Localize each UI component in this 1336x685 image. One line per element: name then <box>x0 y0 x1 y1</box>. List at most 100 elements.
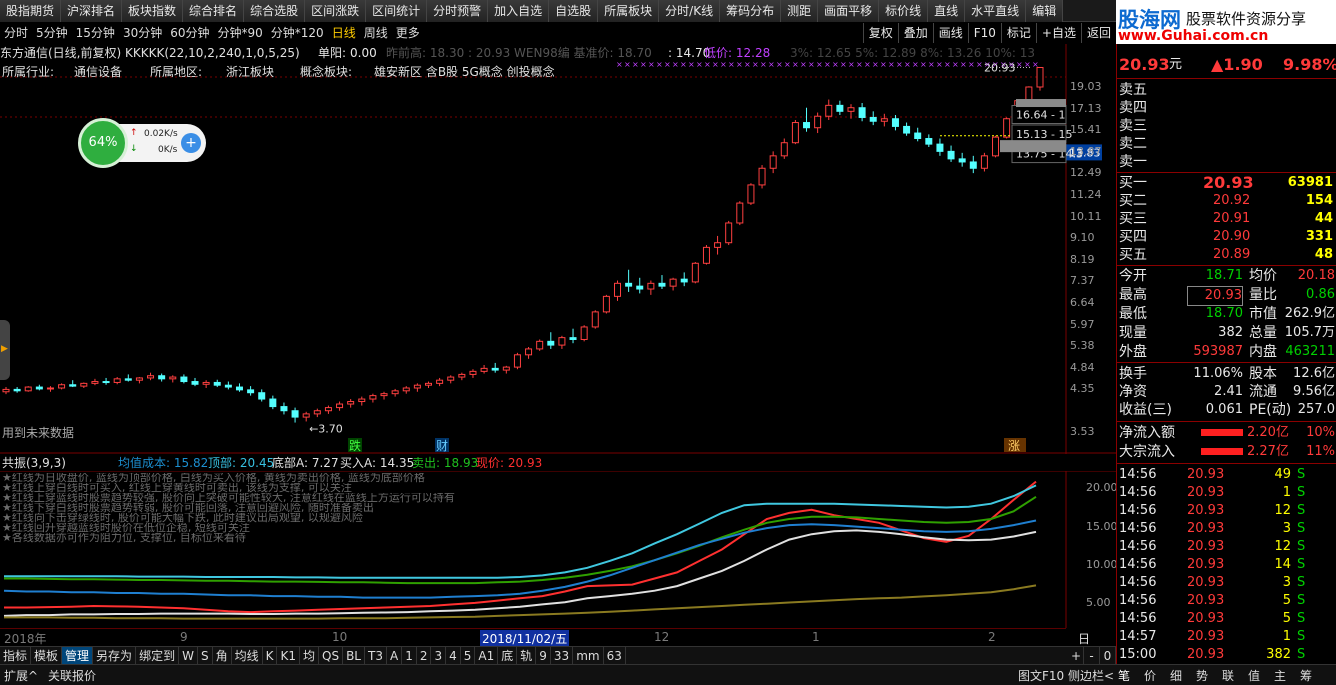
bottom-zoom-1[interactable]: - <box>1084 647 1100 665</box>
status-right-8[interactable]: 主 <box>1274 667 1286 684</box>
bottom-button-17[interactable]: 2 <box>417 647 432 665</box>
period-right-button-1[interactable]: 叠加 <box>897 23 933 43</box>
stat-value: 18.71 <box>1205 268 1243 283</box>
bottom-button-13[interactable]: BL <box>343 647 365 665</box>
period-tab-4[interactable]: 60分钟 <box>166 23 213 43</box>
toolbar-button-16[interactable]: 直线 <box>928 0 966 22</box>
bottom-button-15[interactable]: A <box>387 647 403 665</box>
network-speed-widget[interactable]: 64% ↑ 0.02K/s ↓ 0K/s + <box>78 118 206 168</box>
status-right-9[interactable]: 筹 <box>1300 667 1312 684</box>
tick-row-8[interactable]: 14:56 20.93 5 S <box>1117 610 1336 628</box>
status-left-0[interactable]: 扩展^ <box>4 667 38 684</box>
kline-chart[interactable]: × × × × × × × × × × × × × × × × × × × × × × × × × × × × × × × × × × × × × × × ×… <box>0 44 1116 454</box>
bottom-button-24[interactable]: 9 <box>536 647 551 665</box>
tick-row-7[interactable]: 14:56 20.93 5 S <box>1117 592 1336 610</box>
period-tab-9[interactable]: 更多 <box>392 23 424 43</box>
status-right-1[interactable]: 侧边栏< <box>1068 667 1114 684</box>
period-right-button-5[interactable]: +自选 <box>1035 23 1081 43</box>
toolbar-button-10[interactable]: 所属板块 <box>598 0 660 22</box>
bottom-button-2[interactable]: 管理 <box>62 647 94 665</box>
toolbar-button-3[interactable]: 综合排名 <box>183 0 245 22</box>
tick-row-0[interactable]: 14:56 20.93 49 S <box>1117 466 1336 484</box>
tick-row-1[interactable]: 14:56 20.93 1 S <box>1117 484 1336 502</box>
period-right-button-0[interactable]: 复权 <box>862 23 898 43</box>
toolbar-button-4[interactable]: 综合选股 <box>244 0 306 22</box>
status-left-1[interactable]: 关联报价 <box>48 667 96 684</box>
tick-row-10[interactable]: 15:00 20.93 382 S <box>1117 646 1336 664</box>
toolbar-button-18[interactable]: 编辑 <box>1026 0 1064 22</box>
status-right-7[interactable]: 值 <box>1248 667 1260 684</box>
bottom-button-22[interactable]: 底 <box>498 647 518 665</box>
period-right-button-4[interactable]: 标记 <box>1000 23 1036 43</box>
bottom-button-9[interactable]: K <box>263 647 278 665</box>
status-right-3[interactable]: 价 <box>1144 667 1156 684</box>
toolbar-button-5[interactable]: 区间涨跌 <box>305 0 367 22</box>
toolbar-button-14[interactable]: 画面平移 <box>818 0 880 22</box>
period-tab-7[interactable]: 日线 <box>328 23 360 43</box>
bottom-button-23[interactable]: 轨 <box>517 647 537 665</box>
bottom-button-7[interactable]: 角 <box>213 647 232 665</box>
tick-row-3[interactable]: 14:56 20.93 3 S <box>1117 520 1336 538</box>
status-right-2[interactable]: 笔 <box>1118 667 1130 684</box>
down-speed: 0K/s <box>158 145 178 155</box>
bottom-button-5[interactable]: W <box>179 647 198 665</box>
bottom-button-25[interactable]: 33 <box>551 647 574 665</box>
toolbar-button-8[interactable]: 加入自选 <box>488 0 550 22</box>
status-right-5[interactable]: 势 <box>1196 667 1208 684</box>
bottom-zoom-0[interactable]: + <box>1068 647 1084 665</box>
toolbar-button-11[interactable]: 分时/K线 <box>659 0 721 22</box>
toolbar-button-15[interactable]: 标价线 <box>879 0 929 22</box>
toolbar-button-12[interactable]: 筹码分布 <box>720 0 782 22</box>
status-right-4[interactable]: 细 <box>1170 667 1182 684</box>
status-right-0[interactable]: 图文F10 <box>1018 667 1064 684</box>
bottom-button-16[interactable]: 1 <box>402 647 417 665</box>
toolbar-button-9[interactable]: 自选股 <box>549 0 599 22</box>
toolbar-button-1[interactable]: 沪深排名 <box>61 0 123 22</box>
tick-row-9[interactable]: 14:57 20.93 1 S <box>1117 628 1336 646</box>
tick-row-6[interactable]: 14:56 20.93 3 S <box>1117 574 1336 592</box>
period-right-button-6[interactable]: 返回 <box>1080 23 1116 43</box>
bottom-button-3[interactable]: 另存为 <box>93 647 137 665</box>
bottom-button-1[interactable]: 模板 <box>31 647 63 665</box>
bottom-button-4[interactable]: 绑定到 <box>136 647 180 665</box>
toolbar-button-6[interactable]: 区间统计 <box>366 0 428 22</box>
period-right-button-2[interactable]: 画线 <box>932 23 968 43</box>
bottom-button-0[interactable]: 指标 <box>0 647 32 665</box>
bottom-button-27[interactable]: 63 <box>604 647 626 665</box>
bottom-button-20[interactable]: 5 <box>461 647 476 665</box>
toolbar-button-7[interactable]: 分时预警 <box>427 0 489 22</box>
period-tab-5[interactable]: 分钟*90 <box>214 23 267 43</box>
bottom-button-14[interactable]: T3 <box>365 647 387 665</box>
toolbar-button-13[interactable]: 测距 <box>781 0 819 22</box>
toolbar-button-0[interactable]: 股指期货 <box>0 0 62 22</box>
toolbar-button-17[interactable]: 水平直线 <box>965 0 1027 22</box>
bottom-button-18[interactable]: 3 <box>431 647 447 665</box>
candle-body-79 <box>880 118 888 122</box>
status-right-6[interactable]: 联 <box>1222 667 1234 684</box>
plus-icon[interactable]: + <box>181 133 201 153</box>
side-collapse-tab[interactable]: ▶ <box>0 320 10 380</box>
period-tab-0[interactable]: 分时 <box>0 23 32 43</box>
tick-row-2[interactable]: 14:56 20.93 12 S <box>1117 502 1336 520</box>
bottom-button-12[interactable]: QS <box>319 647 344 665</box>
bottom-button-6[interactable]: S <box>198 647 213 665</box>
toolbar-button-2[interactable]: 板块指数 <box>122 0 184 22</box>
period-tab-3[interactable]: 30分钟 <box>119 23 166 43</box>
period-tab-6[interactable]: 分钟*120 <box>267 23 328 43</box>
fund-value: 2.41 <box>1214 384 1243 399</box>
bottom-button-19[interactable]: 4 <box>446 647 461 665</box>
bottom-button-8[interactable]: 均线 <box>232 647 263 665</box>
tick-row-4[interactable]: 14:56 20.93 12 S <box>1117 538 1336 556</box>
bottom-button-21[interactable]: A1 <box>475 647 499 665</box>
period-tab-8[interactable]: 周线 <box>360 23 392 43</box>
bottom-zoom-2[interactable]: 0 <box>1100 647 1116 665</box>
tick-row-5[interactable]: 14:56 20.93 14 S <box>1117 556 1336 574</box>
period-tab-2[interactable]: 15分钟 <box>72 23 119 43</box>
bottom-button-11[interactable]: 均 <box>300 647 320 665</box>
tick-list[interactable]: 14:56 20.93 49 S 14:56 20.93 1 S 14:56 20.93 12 S 14… <box>1117 463 1336 663</box>
bottom-button-26[interactable]: mm <box>573 647 604 665</box>
period-right-button-3[interactable]: F10 <box>967 23 1001 43</box>
period-tab-1[interactable]: 5分钟 <box>32 23 72 43</box>
indicator-note-2: ★红线上穿蓝线时股票趋势较强, 股价向上突破可能性较大, 注意红线在蓝线上方运行… <box>2 493 455 503</box>
bottom-button-10[interactable]: K1 <box>277 647 300 665</box>
